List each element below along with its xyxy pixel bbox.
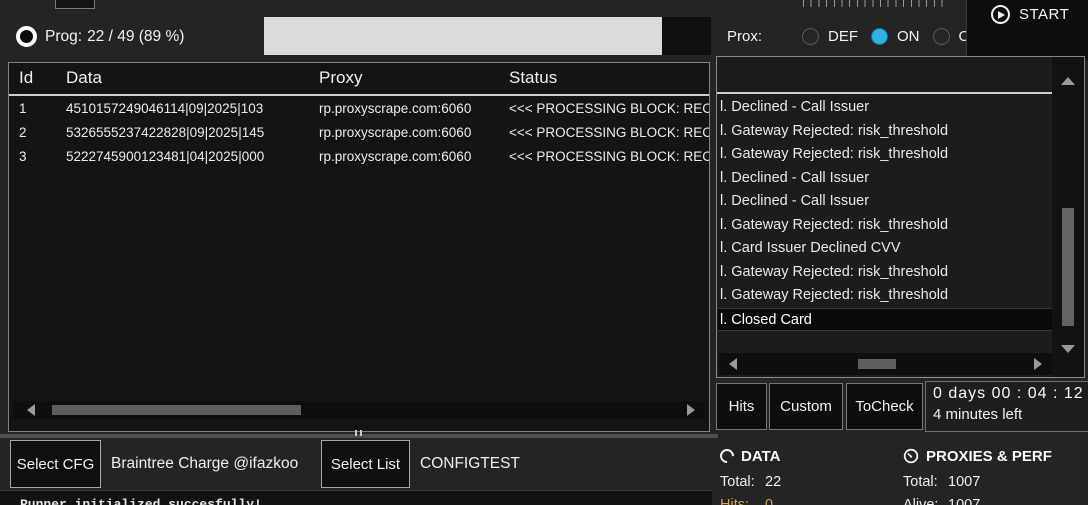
tab-custom-label: Custom: [780, 398, 832, 415]
cell-data: 4510157249046114|09|2025|103: [66, 101, 319, 116]
list-item[interactable]: l. Gateway Rejected: risk_threshold: [718, 120, 1052, 144]
proxies-alive-label: Alive:: [903, 497, 948, 505]
list-item[interactable]: l. Gateway Rejected: risk_threshold: [718, 143, 1052, 167]
results-horizontal-scrollbar[interactable]: [719, 353, 1052, 375]
proxies-stats-section: PROXIES & PERF Total: 1007 Alive: 1007: [903, 446, 1088, 505]
prog-label: Prog:: [45, 28, 82, 46]
tab-hits[interactable]: Hits: [716, 383, 767, 430]
start-button[interactable]: START: [966, 0, 1088, 60]
cell-data: 5326555237422828|09|2025|145: [66, 125, 319, 140]
cell-status: <<< PROCESSING BLOCK: REC: [509, 125, 710, 140]
table-row[interactable]: 2 5326555237422828|09|2025|145 rp.proxys…: [9, 120, 709, 144]
console-line: Runner initialized succesfully!: [20, 497, 712, 505]
radio-proxy-on-label[interactable]: ON: [897, 28, 920, 45]
list-item[interactable]: l. Gateway Rejected: risk_threshold: [718, 214, 1052, 238]
config-name: Braintree Charge @ifazkoo: [111, 440, 298, 488]
select-list-label: Select List: [331, 456, 400, 473]
list-item[interactable]: l. Gateway Rejected: risk_threshold: [718, 261, 1052, 285]
cell-data: 5222745900123481|04|2025|000: [66, 149, 319, 164]
results-vertical-scrollbar[interactable]: [1052, 57, 1084, 377]
scroll-up-icon[interactable]: [1061, 77, 1075, 85]
radio-proxy-off[interactable]: [933, 28, 950, 45]
data-ring-icon: [717, 446, 737, 466]
list-item-selected[interactable]: l. Closed Card: [718, 308, 1052, 332]
list-item[interactable]: l. Declined - Call Issuer: [718, 190, 1052, 214]
scrollbar-thumb[interactable]: [52, 405, 301, 415]
prog-value: 22 / 49 (89 %): [87, 28, 184, 46]
radio-proxy-def[interactable]: [802, 28, 819, 45]
cell-id: 1: [19, 101, 66, 116]
gauge-icon: [903, 448, 919, 464]
col-header-status[interactable]: Status: [509, 68, 709, 88]
cell-proxy: rp.proxyscrape.com:6060: [319, 101, 509, 116]
bots-table: Id Data Proxy Status 1 4510157249046114|…: [8, 62, 710, 432]
select-cfg-label: Select CFG: [17, 456, 95, 473]
proxies-alive-value: 1007: [948, 497, 980, 505]
cell-status: <<< PROCESSING BLOCK: REC: [509, 149, 710, 164]
start-button-label: START: [1019, 6, 1069, 23]
scroll-down-icon[interactable]: [1061, 345, 1075, 353]
tab-custom[interactable]: Custom: [769, 383, 843, 430]
cell-id: 2: [19, 125, 66, 140]
data-total-label: Total:: [720, 474, 765, 490]
proxies-total-value: 1007: [948, 474, 980, 490]
timer-box: 0 days 00 : 04 : 12 4 minutes left: [925, 381, 1088, 432]
bots-slider-ticks: [803, 0, 949, 7]
list-item[interactable]: l. Gateway Rejected: risk_threshold: [718, 284, 1052, 308]
prox-label: Prox:: [727, 28, 762, 45]
progress-readout: Prog: 22 / 49 (89 %): [45, 27, 184, 47]
tab-tocheck-label: ToCheck: [855, 398, 913, 415]
data-section-title: DATA: [741, 448, 780, 465]
radio-proxy-on[interactable]: [871, 28, 888, 45]
log-console: Runner initialized succesfully!: [0, 490, 712, 505]
table-row[interactable]: 3 5222745900123481|04|2025|000 rp.proxys…: [9, 144, 709, 168]
col-header-id[interactable]: Id: [19, 68, 66, 88]
col-header-data[interactable]: Data: [66, 68, 319, 88]
proxies-total-label: Total:: [903, 474, 948, 490]
table-horizontal-scrollbar[interactable]: [13, 401, 705, 419]
scroll-left-icon[interactable]: [27, 404, 35, 416]
data-hits-value: 0: [765, 497, 773, 505]
scroll-right-icon[interactable]: [1034, 358, 1042, 370]
elapsed-time: 0 days 00 : 04 : 12: [933, 385, 1088, 403]
progress-bar-fill: [264, 17, 662, 55]
select-list-button[interactable]: Select List: [321, 440, 410, 488]
radio-proxy-def-label[interactable]: DEF: [828, 28, 858, 45]
list-item[interactable]: l. Card Issuer Declined CVV: [718, 237, 1052, 261]
splitter-grip-icon: [355, 430, 362, 436]
tab-tocheck[interactable]: ToCheck: [846, 383, 923, 430]
cell-proxy: rp.proxyscrape.com:6060: [319, 125, 509, 140]
col-header-proxy[interactable]: Proxy: [319, 68, 509, 88]
clipped-control: [55, 0, 95, 9]
data-total-value: 22: [765, 474, 781, 490]
proxies-section-title: PROXIES & PERF: [926, 448, 1052, 465]
progress-ring-icon: [16, 26, 37, 47]
data-stats-section: DATA Total: 22 Hits: 0: [720, 446, 900, 505]
wordlist-name: CONFIGTEST: [420, 440, 520, 488]
list-item[interactable]: l. Declined - Call Issuer: [718, 96, 1052, 120]
scroll-left-icon[interactable]: [729, 358, 737, 370]
scrollbar-thumb[interactable]: [858, 359, 896, 369]
scrollbar-thumb[interactable]: [1062, 208, 1074, 326]
runner-window: Prog: 22 / 49 (89 %) Prox: DEF ON OFF ST…: [0, 0, 1088, 505]
cell-status: <<< PROCESSING BLOCK: REC: [509, 101, 710, 116]
scroll-right-icon[interactable]: [687, 404, 695, 416]
play-icon: [991, 5, 1010, 24]
tab-hits-label: Hits: [729, 398, 755, 415]
results-list: l. Declined - Call Issuer l. Gateway Rej…: [718, 96, 1052, 331]
select-cfg-button[interactable]: Select CFG: [10, 440, 101, 488]
results-panel: l. Declined - Call Issuer l. Gateway Rej…: [716, 56, 1085, 378]
splitter-handle[interactable]: [0, 434, 718, 438]
proxy-mode-group: Prox: DEF ON OFF: [727, 24, 1002, 48]
cell-proxy: rp.proxyscrape.com:6060: [319, 149, 509, 164]
progress-bar: [264, 17, 711, 55]
cell-id: 3: [19, 149, 66, 164]
time-remaining: 4 minutes left: [933, 406, 1088, 423]
data-hits-label: Hits:: [720, 497, 765, 505]
table-row[interactable]: 1 4510157249046114|09|2025|103 rp.proxys…: [9, 96, 709, 120]
list-item[interactable]: l. Declined - Call Issuer: [718, 167, 1052, 191]
results-header-row: [717, 57, 1052, 94]
